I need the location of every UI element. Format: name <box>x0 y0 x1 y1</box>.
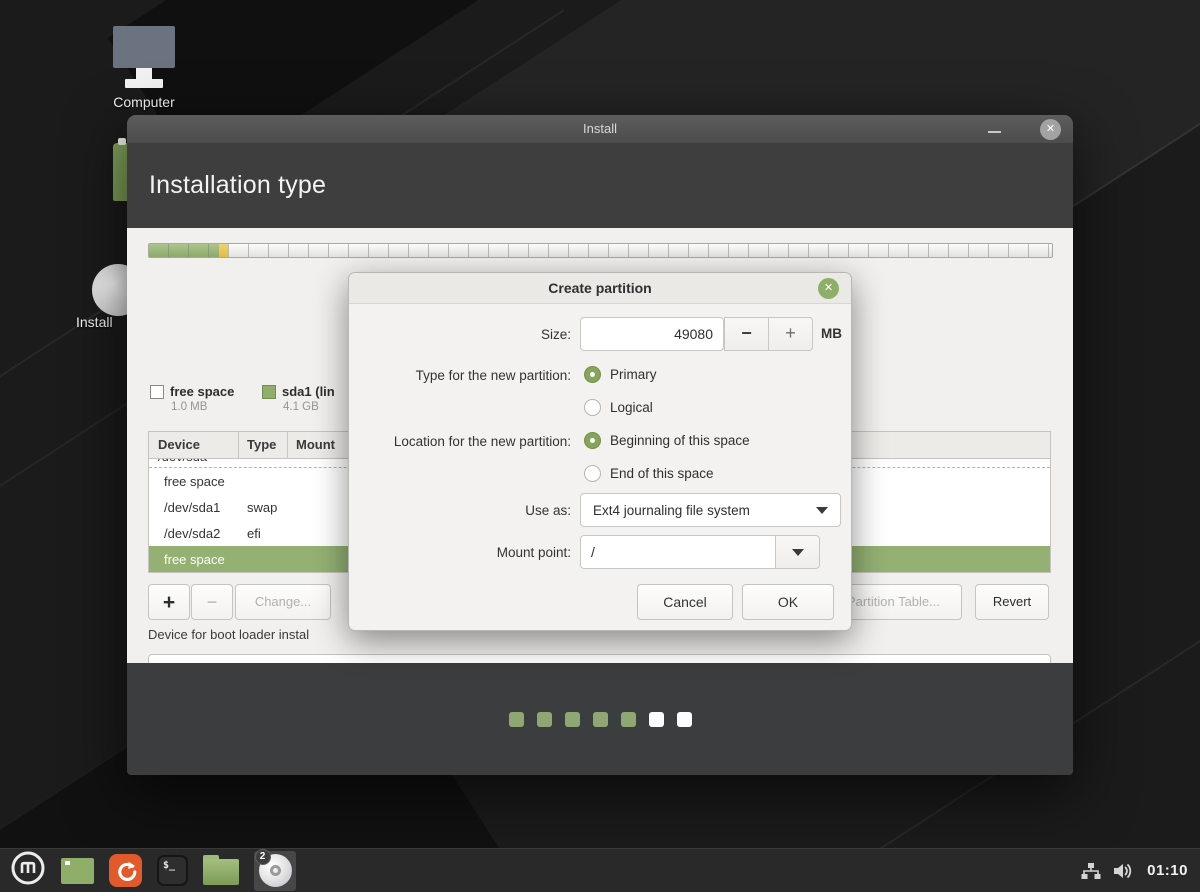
legend-swatch-sda1 <box>262 385 276 399</box>
close-icon[interactable]: ✕ <box>1040 119 1061 140</box>
size-decrement-button[interactable]: − <box>724 317 769 351</box>
cell-device: /dev/sda2 <box>164 525 221 541</box>
wizard-progress-dots <box>127 712 1073 727</box>
mount-point-input[interactable] <box>580 535 776 569</box>
partition-location-label: Location for the new partition: <box>393 434 571 449</box>
dialog-title: Create partition <box>548 280 652 296</box>
orange-app-icon[interactable] <box>109 854 142 887</box>
legend-size-sda1: 4.1 GB <box>283 401 319 413</box>
radio-icon-checked <box>584 432 601 449</box>
page-header: Installation type <box>127 143 1073 228</box>
computer-icon <box>100 26 188 88</box>
install-icon-label: Install <box>76 314 113 330</box>
revert-button[interactable]: Revert <box>975 584 1049 620</box>
disc-icon: 2 <box>254 849 292 887</box>
radio-primary[interactable]: Primary <box>584 366 657 383</box>
cancel-button[interactable]: Cancel <box>637 584 733 620</box>
size-unit-label: MB <box>821 326 842 341</box>
window-titlebar[interactable]: Install ✕ <box>127 115 1073 143</box>
progress-dot-done <box>620 712 636 727</box>
clock[interactable]: 01:10 <box>1147 862 1188 879</box>
partition-size-bar <box>148 243 1053 258</box>
create-partition-dialog: Create partition ✕ Size: − + MB Type for… <box>348 272 852 631</box>
legend-label-sda1: sda1 (lin <box>282 384 335 399</box>
computer-icon-label: Computer <box>113 94 175 110</box>
legend-label-free-space: free space <box>170 384 235 399</box>
legend-size-free-space: 1.0 MB <box>171 401 208 413</box>
ok-button[interactable]: OK <box>742 584 834 620</box>
chevron-down-icon <box>816 506 828 514</box>
page-title: Installation type <box>149 171 327 199</box>
add-partition-button[interactable]: + <box>148 584 190 620</box>
progress-dot <box>676 712 692 727</box>
cell-device: /dev/sda1 <box>164 499 221 515</box>
legend-swatch-free-space <box>150 385 164 399</box>
network-icon[interactable] <box>1081 862 1101 880</box>
radio-end-of-space[interactable]: End of this space <box>584 465 714 482</box>
bootloader-label: Device for boot loader instal <box>148 627 310 642</box>
size-label: Size: <box>540 327 571 342</box>
radio-icon-checked <box>584 366 601 383</box>
partition-bar-grid <box>149 244 1052 257</box>
column-header-device[interactable]: Device <box>149 432 239 458</box>
dialog-titlebar[interactable]: Create partition ✕ <box>349 273 851 304</box>
dialog-close-icon[interactable]: ✕ <box>818 278 839 299</box>
mount-point-label: Mount point: <box>496 545 571 560</box>
wizard-footer <box>127 663 1073 775</box>
radio-icon <box>584 465 601 482</box>
chevron-down-icon <box>791 548 804 556</box>
desktop-icon-computer[interactable]: Computer <box>100 26 188 110</box>
volume-icon[interactable] <box>1113 862 1135 880</box>
progress-dot-done <box>508 712 524 727</box>
radio-beginning-of-space[interactable]: Beginning of this space <box>584 432 750 449</box>
mount-point-dropdown-button[interactable] <box>775 535 820 569</box>
use-as-label: Use as: <box>525 503 571 518</box>
column-header-type[interactable]: Type <box>239 432 288 458</box>
cell-device: free space <box>164 473 225 489</box>
terminal-icon[interactable]: $_ <box>157 855 188 886</box>
installer-taskbar-item[interactable]: 2 <box>254 849 296 891</box>
show-desktop-icon[interactable] <box>61 857 94 884</box>
radio-logical[interactable]: Logical <box>584 399 653 416</box>
file-manager-icon[interactable] <box>203 854 239 886</box>
window-count-badge: 2 <box>254 849 271 865</box>
remove-partition-button[interactable]: − <box>191 584 233 620</box>
window-title: Install <box>583 121 617 136</box>
taskbar: $_ 2 01:10 <box>0 848 1200 892</box>
progress-dot-done <box>592 712 608 727</box>
cell-type: swap <box>247 499 278 515</box>
mint-menu-icon[interactable] <box>10 850 46 891</box>
use-as-value: Ext4 journaling file system <box>593 502 750 518</box>
desktop: Computer Install Install ✕ Installation … <box>0 0 1200 892</box>
progress-dot <box>648 712 664 727</box>
size-increment-button[interactable]: + <box>768 317 813 351</box>
use-as-select[interactable]: Ext4 journaling file system <box>580 493 841 527</box>
change-partition-button[interactable]: Change... <box>235 584 331 620</box>
cell-device: free space <box>164 551 225 567</box>
progress-dot-done <box>536 712 552 727</box>
progress-dot-done <box>564 712 580 727</box>
cell-type: efi <box>247 525 261 541</box>
partition-type-label: Type for the new partition: <box>415 368 571 383</box>
minimize-icon[interactable] <box>988 131 1001 133</box>
size-input[interactable] <box>580 317 724 351</box>
radio-icon <box>584 399 601 416</box>
